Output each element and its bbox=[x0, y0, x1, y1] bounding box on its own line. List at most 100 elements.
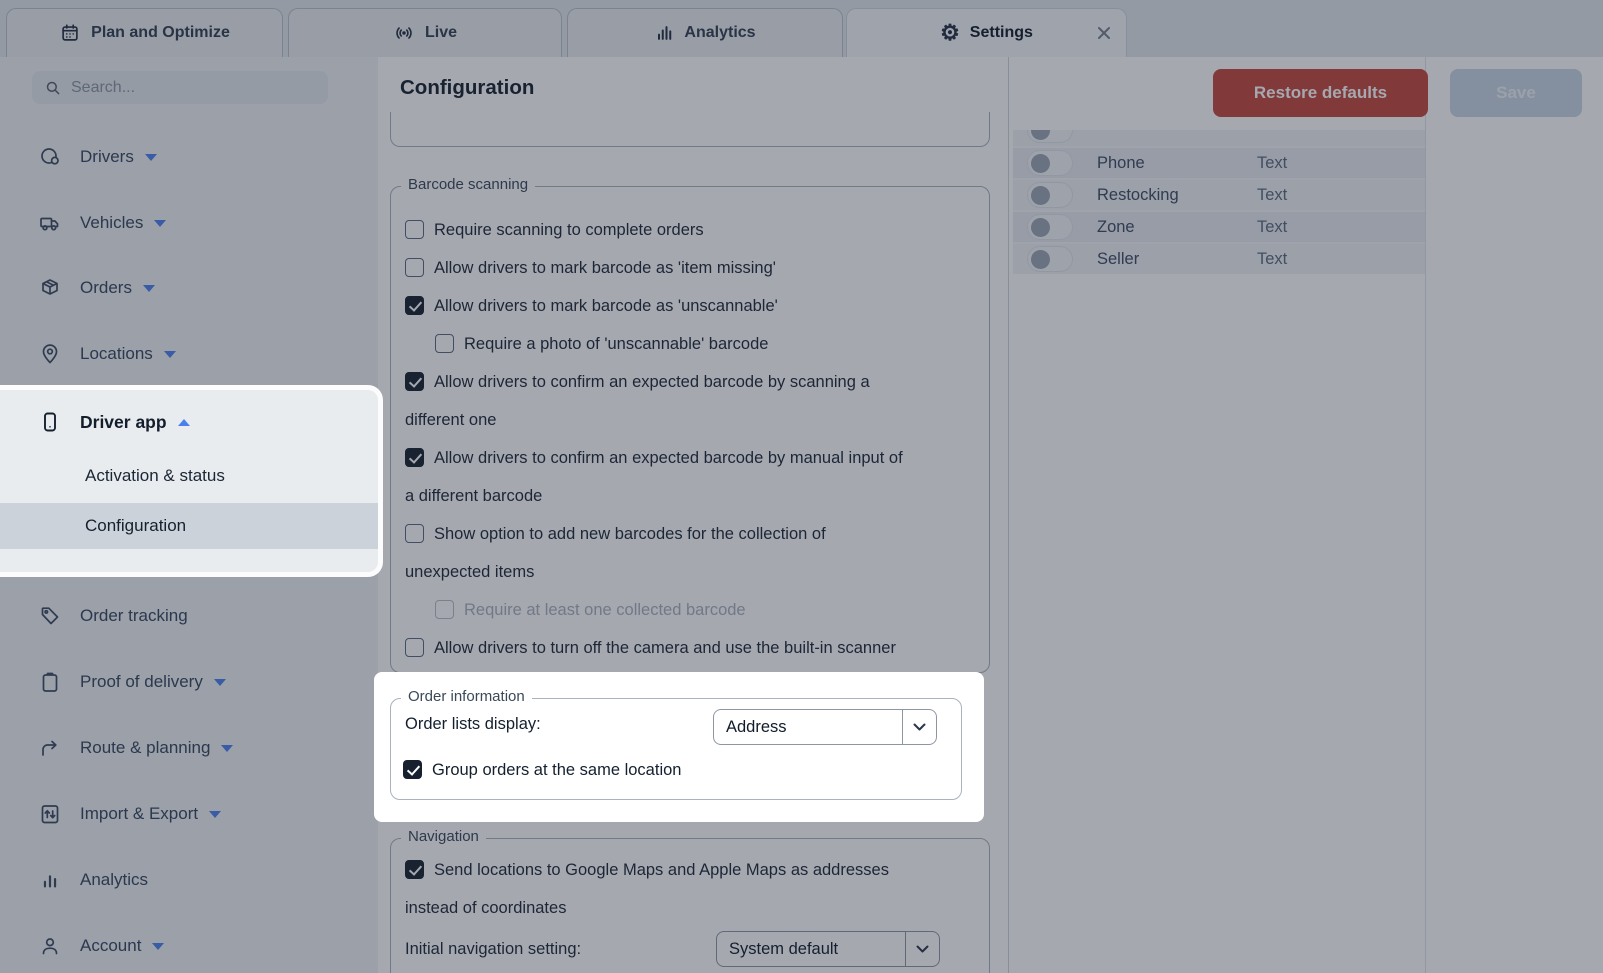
checkbox-label: Allow drivers to mark barcode as 'unscan… bbox=[434, 297, 778, 315]
checkbox-label: Allow drivers to mark barcode as 'item m… bbox=[434, 259, 776, 277]
tab-label: Plan and Optimize bbox=[91, 24, 230, 42]
fieldset-legend: Order information bbox=[401, 688, 532, 705]
checkbox-label: Allow drivers to confirm an expected bar… bbox=[405, 373, 870, 429]
sidebar-item-label: Proof of delivery bbox=[80, 672, 203, 692]
order-lists-display-select[interactable]: Address bbox=[713, 709, 937, 745]
tab-plan-and-optimize[interactable]: Plan and Optimize bbox=[6, 8, 283, 57]
page-title: Configuration bbox=[400, 76, 534, 100]
sidebar-item-label: Import & Export bbox=[80, 804, 198, 824]
select-value: Address bbox=[726, 718, 787, 737]
chevron-down-icon bbox=[164, 351, 176, 358]
tag-icon bbox=[38, 604, 62, 628]
checkbox[interactable] bbox=[405, 258, 424, 277]
order-fields-table: Phone Text Restocking Text Zone Text Sel… bbox=[1013, 130, 1425, 274]
checkbox[interactable] bbox=[405, 372, 424, 391]
checkbox-row: Send locations to Google Maps and Apple … bbox=[405, 851, 905, 927]
initial-navigation-row: Initial navigation setting: System defau… bbox=[405, 931, 975, 973]
sidebar-item-analytics[interactable]: Analytics bbox=[0, 860, 378, 900]
sidebar-item-drivers[interactable]: Drivers bbox=[0, 137, 378, 177]
checkbox-label: Allow drivers to turn off the camera and… bbox=[434, 639, 896, 657]
checkbox[interactable] bbox=[403, 760, 422, 779]
checkbox-label: Show option to add new barcodes for the … bbox=[405, 525, 826, 581]
tab-bar: Plan and Optimize Live Analytics bbox=[0, 0, 1603, 57]
chevron-down-icon bbox=[221, 745, 233, 752]
smartphone-icon bbox=[38, 410, 62, 434]
previous-fieldset-edge bbox=[390, 112, 990, 147]
save-button[interactable]: Save bbox=[1450, 69, 1582, 117]
sidebar-item-label: Locations bbox=[80, 344, 153, 364]
sidebar-item-configuration[interactable]: Configuration bbox=[0, 503, 378, 549]
sidebar-subitem-label: Activation & status bbox=[85, 466, 225, 486]
table-row: Seller Text bbox=[1013, 242, 1425, 274]
restore-defaults-button[interactable]: Restore defaults bbox=[1213, 69, 1428, 117]
sidebar-item-driver-app[interactable]: Driver app bbox=[0, 400, 378, 444]
sidebar-item-order-tracking[interactable]: Order tracking bbox=[0, 596, 378, 636]
checkbox-label: Require at least one collected barcode bbox=[464, 601, 746, 619]
checkbox-row: Allow drivers to confirm an expected bar… bbox=[405, 363, 905, 439]
checkbox[interactable] bbox=[405, 860, 424, 879]
live-icon bbox=[393, 22, 415, 44]
select-label: Initial navigation setting: bbox=[405, 940, 581, 958]
toggle-switch[interactable] bbox=[1027, 130, 1073, 143]
analytics-icon bbox=[654, 23, 674, 43]
checkbox[interactable] bbox=[405, 524, 424, 543]
barcode-scanning-fieldset: Barcode scanning Require scanning to com… bbox=[390, 186, 990, 673]
checkbox-label: Allow drivers to confirm an expected bar… bbox=[405, 449, 903, 505]
chevron-down-icon bbox=[209, 811, 221, 818]
sidebar-item-proof-of-delivery[interactable]: Proof of delivery bbox=[0, 662, 378, 702]
sidebar-item-locations[interactable]: Locations bbox=[0, 334, 378, 374]
fieldset-legend: Barcode scanning bbox=[401, 176, 535, 193]
fieldset-legend: Navigation bbox=[401, 828, 486, 845]
tab-analytics[interactable]: Analytics bbox=[567, 8, 843, 57]
gear-icon: ⚙ bbox=[940, 22, 960, 44]
checkbox[interactable] bbox=[435, 334, 454, 353]
search-box[interactable] bbox=[32, 71, 328, 104]
person-icon bbox=[38, 934, 62, 958]
checkbox[interactable] bbox=[405, 638, 424, 657]
close-icon[interactable] bbox=[1096, 25, 1112, 41]
search-input[interactable] bbox=[71, 79, 316, 97]
checkbox-row: Require at least one collected barcode bbox=[435, 591, 975, 629]
sidebar-item-activation-status[interactable]: Activation & status bbox=[0, 454, 378, 498]
calendar-icon bbox=[59, 22, 81, 44]
row-type: Text bbox=[1257, 186, 1287, 205]
checkbox bbox=[435, 600, 454, 619]
bars-icon bbox=[38, 869, 62, 891]
row-label: Seller bbox=[1097, 250, 1257, 269]
toggle-switch[interactable] bbox=[1027, 150, 1073, 176]
table-row: Phone Text bbox=[1013, 146, 1425, 178]
sidebar-item-account[interactable]: Account bbox=[0, 926, 378, 966]
clipboard-icon bbox=[38, 670, 62, 694]
tab-settings[interactable]: ⚙ Settings bbox=[846, 8, 1127, 57]
sidebar-item-label: Drivers bbox=[80, 147, 134, 167]
row-type: Text bbox=[1257, 154, 1287, 173]
main-content: Configuration Barcode scanning Require s… bbox=[378, 57, 1008, 973]
sidebar-item-orders[interactable]: Orders bbox=[0, 268, 378, 308]
import-export-icon bbox=[38, 802, 62, 826]
checkbox-label: Require a photo of 'unscannable' barcode bbox=[464, 335, 768, 353]
checkbox[interactable] bbox=[405, 296, 424, 315]
tab-live[interactable]: Live bbox=[288, 8, 562, 57]
sidebar-item-vehicles[interactable]: Vehicles bbox=[0, 203, 378, 243]
tab-label: Settings bbox=[970, 24, 1033, 42]
search-icon bbox=[44, 79, 62, 97]
chevron-down-icon bbox=[145, 154, 157, 161]
row-type: Text bbox=[1257, 218, 1287, 237]
sidebar-item-label: Orders bbox=[80, 278, 132, 298]
checkbox-row: Allow drivers to mark barcode as 'unscan… bbox=[405, 287, 975, 325]
checkbox[interactable] bbox=[405, 448, 424, 467]
checkbox-row: Require a photo of 'unscannable' barcode bbox=[435, 325, 975, 363]
initial-navigation-select[interactable]: System default bbox=[716, 931, 940, 967]
checkbox[interactable] bbox=[405, 220, 424, 239]
toggle-switch[interactable] bbox=[1027, 182, 1073, 208]
row-label: Restocking bbox=[1097, 186, 1257, 205]
toggle-switch[interactable] bbox=[1027, 214, 1073, 240]
row-label: Zone bbox=[1097, 218, 1257, 237]
select-label: Order lists display: bbox=[405, 715, 541, 734]
checkbox-label: Group orders at the same location bbox=[432, 761, 681, 779]
checkbox-row: Allow drivers to confirm an expected bar… bbox=[405, 439, 905, 515]
toggle-switch[interactable] bbox=[1027, 246, 1073, 272]
sidebar-item-route-planning[interactable]: Route & planning bbox=[0, 728, 378, 768]
sidebar-item-import-export[interactable]: Import & Export bbox=[0, 794, 378, 834]
tab-label: Analytics bbox=[684, 24, 755, 42]
